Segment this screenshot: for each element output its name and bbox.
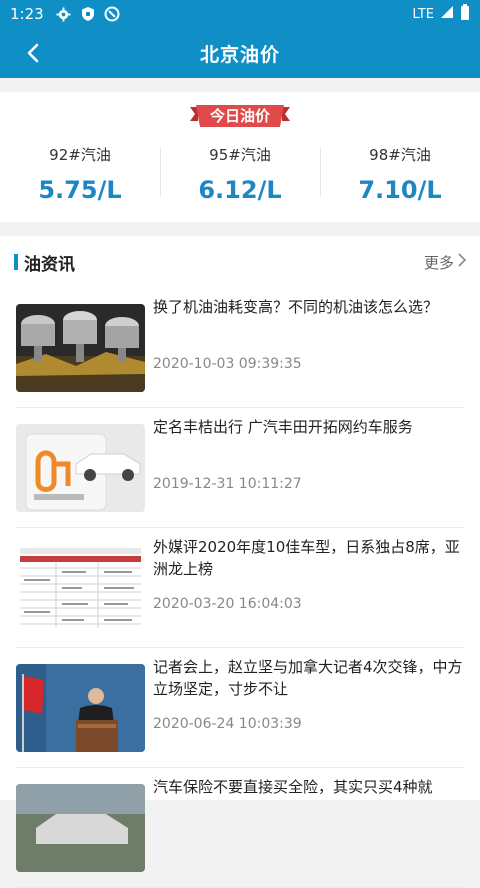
news-headline: 汽车保险不要直接买全险，其实只买4种就 (153, 778, 433, 796)
price-92: 92#汽油 5.75/L (0, 140, 160, 210)
fuel-grade: 98#汽油 (369, 146, 431, 164)
fuel-price: 6.12/L (198, 176, 282, 204)
fuel-price: 7.10/L (358, 176, 442, 204)
news-date: 2020-10-03 09:39:35 (153, 356, 302, 372)
gear-icon (56, 6, 72, 22)
status-right: LTE (412, 4, 470, 24)
news-headline: 记者会上，赵立坚与加拿大记者4次交锋，中方立场坚定，寸步不让 (153, 658, 463, 698)
price-95: 95#汽油 6.12/L (160, 140, 320, 210)
today-price-ribbon: 今日油价 (190, 103, 290, 131)
more-label: 更多 (423, 253, 454, 272)
page-title: 北京油价 (199, 43, 280, 66)
battery-icon (460, 4, 470, 24)
signal-icon (440, 5, 454, 23)
no-disturb-icon (104, 6, 120, 22)
price-98: 98#汽油 7.10/L (320, 140, 480, 210)
price-card: 今日油价 92#汽油 5.75/L 95#汽油 6.12/L 98#汽油 7.1… (0, 92, 480, 222)
engine-pistons-image (16, 304, 145, 392)
news-item[interactable]: 汽车保险不要直接买全险，其实只买4种就 (16, 768, 464, 888)
network-label: LTE (412, 6, 434, 22)
news-header: 油资讯 更多 (0, 236, 480, 288)
news-item[interactable]: 记者会上，赵立坚与加拿大记者4次交锋，中方立场坚定，寸步不让 2020-06-2… (16, 648, 464, 768)
shield-icon (80, 6, 96, 22)
news-text: 换了机油油耗变高？不同的机油该怎么选？ 2020-10-03 09:39:35 (153, 296, 464, 407)
news-text: 定名丰桔出行 广汽丰田开拓网约车服务 2019-12-31 10:11:27 (153, 416, 464, 527)
news-item[interactable]: 换了机油油耗变高？不同的机油该怎么选？ 2020-10-03 09:39:35 (16, 288, 464, 408)
didi-car-image (16, 424, 145, 512)
ranking-table-image (16, 544, 145, 632)
news-headline: 定名丰桔出行 广汽丰田开拓网约车服务 (153, 418, 413, 436)
news-headline: 外媒评2020年度10佳车型，日系独占8席，亚洲龙上榜 (153, 538, 460, 578)
news-headline: 换了机油油耗变高？不同的机油该怎么选？ (153, 298, 439, 316)
news-section: 油资讯 更多 换了机油油耗变高？不同的机油该怎么选？ 2020-10-03 09… (0, 236, 480, 888)
news-date: 2020-06-24 10:03:39 (153, 716, 302, 732)
section-heading: 油资讯 (24, 254, 75, 275)
back-arrow-icon[interactable] (18, 39, 48, 67)
chevron-right-icon (458, 253, 467, 271)
price-row: 92#汽油 5.75/L 95#汽油 6.12/L 98#汽油 7.10/L (0, 140, 480, 210)
press-conference-image (16, 664, 145, 752)
fuel-price: 5.75/L (38, 176, 122, 204)
ribbon-label: 今日油价 (209, 106, 270, 125)
news-date: 2020-03-20 16:04:03 (153, 596, 302, 612)
fuel-grade: 92#汽油 (49, 146, 111, 164)
news-text: 汽车保险不要直接买全险，其实只买4种就 (153, 776, 464, 887)
section-accent-bar (14, 254, 18, 270)
news-date: 2019-12-31 10:11:27 (153, 476, 302, 492)
car-photo-image (16, 784, 145, 872)
status-time: 1:23 (10, 5, 44, 23)
news-item[interactable]: 定名丰桔出行 广汽丰田开拓网约车服务 2019-12-31 10:11:27 (16, 408, 464, 528)
fuel-grade: 95#汽油 (209, 146, 271, 164)
news-text: 外媒评2020年度10佳车型，日系独占8席，亚洲龙上榜 2020-03-20 1… (153, 536, 464, 647)
news-text: 记者会上，赵立坚与加拿大记者4次交锋，中方立场坚定，寸步不让 2020-06-2… (153, 656, 464, 767)
more-link[interactable]: 更多 (423, 252, 467, 273)
app-bar: 北京油价 (0, 28, 480, 78)
news-item[interactable]: 外媒评2020年度10佳车型，日系独占8席，亚洲龙上榜 2020-03-20 1… (16, 528, 464, 648)
status-bar: 1:23 LTE (0, 0, 480, 28)
